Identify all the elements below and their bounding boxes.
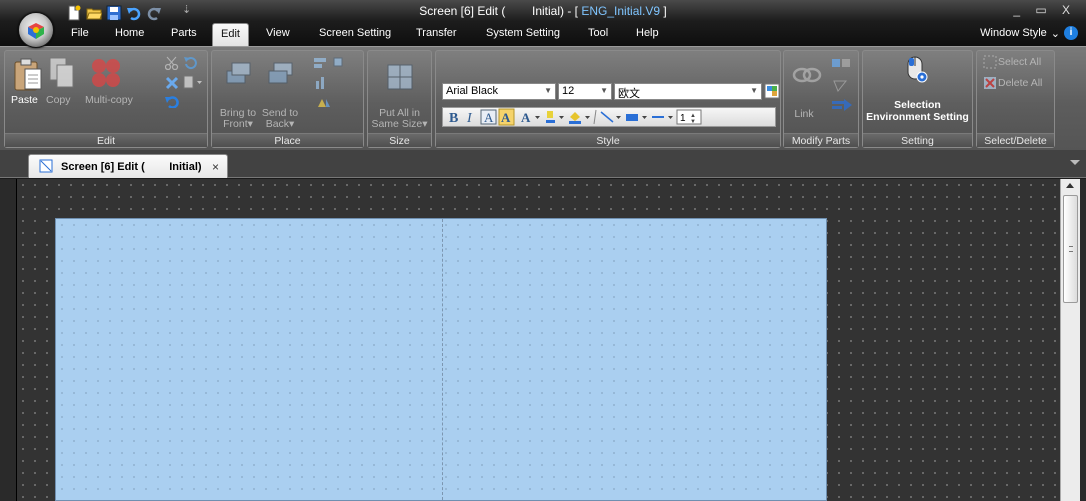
delete-all-button[interactable]: Delete All [998,77,1042,89]
paste-button[interactable]: Paste [11,94,38,106]
window-title: Screen [6] Edit ( Initial) - [ ENG_Initi… [419,4,667,18]
scrollbar-thumb[interactable] [1063,195,1078,303]
send-to-back-button[interactable]: Send to Back▾ [260,108,300,130]
tab-home[interactable]: Home [115,27,144,39]
align-icon[interactable] [312,55,352,112]
window-style-label: Window Style [980,27,1047,39]
link-icon[interactable] [792,65,822,88]
format-toolbar-icons[interactable]: B I A A A 1 ▲▼ [443,108,777,126]
help-icon[interactable]: i [1064,26,1078,40]
chevron-down-icon: ⌄ [1050,27,1060,40]
window-controls[interactable]: _ ▭ X [1013,3,1076,17]
format-toolbar: B I A A A 1 ▲ ▼ [442,107,776,127]
group-edit: Paste Copy Multi-copy Edit [4,50,208,148]
ribbon: Paste Copy Multi-copy Edit Bring to Front… [0,46,1086,150]
modify-parts-icon[interactable] [830,57,856,122]
link-button[interactable]: Link [786,108,822,120]
tab-tool[interactable]: Tool [588,27,608,39]
workspace-left-margin [0,179,16,501]
group-select-delete: Select All Delete All Select/Delete [976,50,1055,148]
tab-file[interactable]: File [71,27,89,39]
close-icon[interactable]: × [212,160,219,174]
svg-text:A: A [501,110,511,125]
undo-ribbon-icon[interactable] [165,94,179,111]
window-style-menu[interactable]: Window Style ⌄ i [980,26,1078,40]
bring-to-front-icon[interactable] [226,61,252,88]
style-palette-icon[interactable] [764,83,780,102]
screen-area[interactable] [55,218,827,501]
tab-view[interactable]: View [266,27,290,39]
svg-text:A: A [484,110,494,125]
multi-copy-button[interactable]: Multi-copy [85,94,133,106]
svg-text:▼: ▼ [690,119,696,125]
send-to-back-icon[interactable] [268,61,294,88]
group-modify-parts-label: Modify Parts [784,133,858,147]
document-tab[interactable]: Screen [6] Edit ( Initial) × [28,154,228,178]
screen-edit-icon [39,159,53,176]
scrollbar-grip-icon [1069,246,1073,252]
group-size: Put All in Same Size▾ Size [367,50,432,148]
group-style-label: Style [436,133,780,147]
application-menu-button[interactable] [18,12,54,48]
copy-button[interactable]: Copy [46,94,71,106]
group-setting: Selection Environment Setting Setting [862,50,973,148]
group-place-label: Place [212,133,363,147]
group-select-delete-label: Select/Delete [977,133,1054,147]
svg-text:B: B [449,111,458,126]
font-size-select[interactable]: 12 ▼ [558,83,612,100]
tab-list-dropdown-icon[interactable] [1070,160,1080,165]
app-logo-icon [28,23,44,39]
tab-transfer[interactable]: Transfer [416,27,457,39]
ribbon-tabs: File Home Parts Edit View Screen Setting… [0,23,1086,46]
svg-text:A: A [521,110,531,125]
put-all-same-size-button[interactable]: Put All in Same Size▾ [368,108,431,130]
put-all-same-size-icon[interactable] [386,63,414,94]
svg-text:1: 1 [680,113,686,124]
paste-special-icon[interactable] [183,75,203,92]
document-tab-label: Screen [6] Edit ( Initial) [61,161,202,173]
rotate-icon[interactable] [183,56,197,73]
paste-icon[interactable] [13,57,43,94]
group-size-label: Size [368,133,431,147]
document-tab-bar: Screen [6] Edit ( Initial) × [0,150,1086,178]
selection-environment-setting-button[interactable]: Selection Environment Setting [863,99,972,123]
delete-all-icon[interactable] [983,76,997,93]
group-modify-parts: Link Modify Parts [783,50,859,148]
language-select[interactable]: 欧文 ▼ [614,83,762,100]
copy-icon[interactable] [49,57,75,92]
title-bar: ⇣ Screen [6] Edit ( Initial) - [ ENG_Ini… [0,0,1086,46]
bring-to-front-button[interactable]: Bring to Front▾ [218,108,258,130]
vertical-scrollbar[interactable] [1060,179,1080,501]
svg-text:I: I [466,111,473,126]
group-edit-label: Edit [5,133,207,147]
multi-copy-icon[interactable] [89,56,123,93]
tab-edit[interactable]: Edit [212,23,249,46]
font-name-select[interactable]: Arial Black ▼ [442,83,556,100]
cut-icon[interactable] [164,56,179,73]
group-place: Bring to Front▾ Send to Back▾ Place [211,50,364,148]
group-style: Arial Black ▼ 12 ▼ 欧文 ▼ B I A A A 1 ▲ ▼ Styl… [435,50,781,148]
center-guide-line [442,219,443,500]
select-all-button[interactable]: Select All [998,56,1041,68]
editing-canvas[interactable] [16,179,1060,501]
workspace-right-margin [1080,179,1086,501]
delete-icon[interactable] [165,76,179,93]
tab-parts[interactable]: Parts [171,27,197,39]
mouse-settings-icon[interactable] [905,55,929,88]
group-setting-label: Setting [863,133,972,147]
tab-system-setting[interactable]: System Setting [486,27,560,39]
scroll-up-arrow-icon[interactable] [1066,183,1074,188]
select-all-icon[interactable] [983,55,997,72]
tab-screen-setting[interactable]: Screen Setting [319,27,391,39]
tab-help[interactable]: Help [636,27,659,39]
